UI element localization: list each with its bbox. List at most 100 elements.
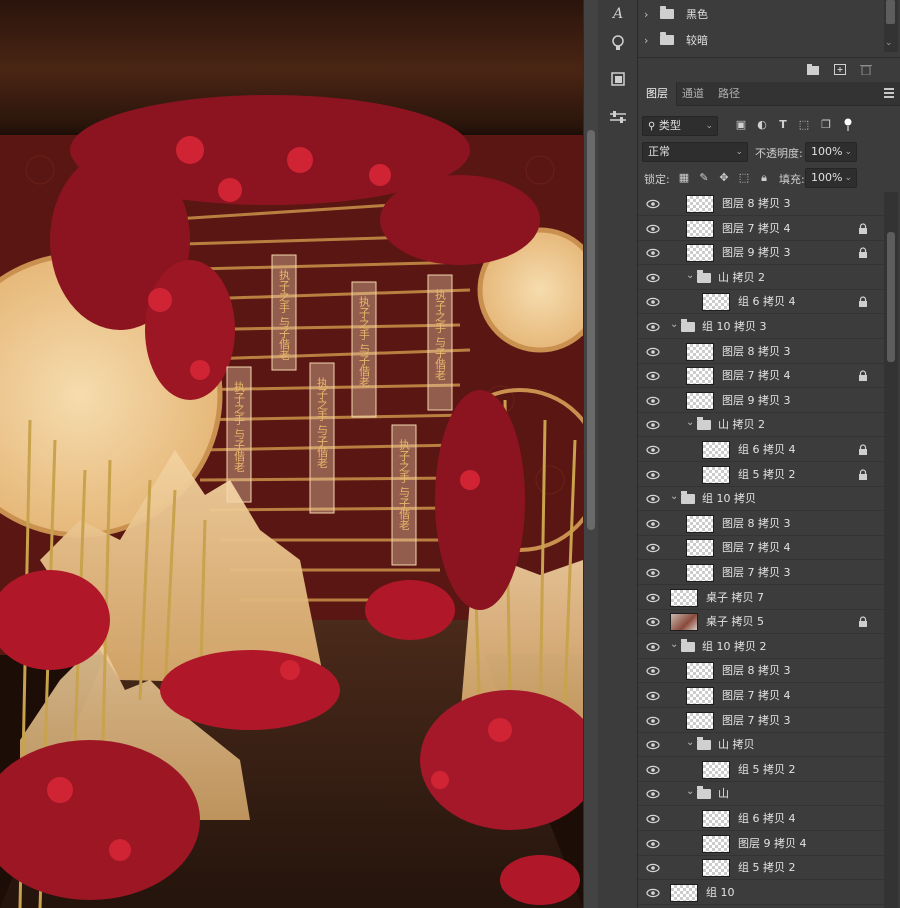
layer-group-row[interactable]: ⌄ 组 10 拷贝 3 — [638, 315, 884, 339]
visibility-eye-icon[interactable] — [646, 763, 660, 777]
layer-row[interactable]: 图层 8 拷贝 3 — [638, 340, 884, 364]
visibility-eye-icon[interactable] — [646, 418, 660, 432]
layer-row[interactable]: 图层 7 拷贝 4 — [638, 536, 884, 561]
lock-icon[interactable] — [858, 370, 868, 382]
layer-row[interactable]: 图层 7 拷贝 4 — [638, 364, 884, 389]
blend-mode-select[interactable]: 正常 ⌄ — [642, 142, 748, 162]
lock-icon[interactable] — [858, 444, 868, 456]
layer-row[interactable]: 图层 7 拷贝 3 — [638, 561, 884, 585]
layer-row[interactable]: 图层 9 拷贝 3 — [638, 389, 884, 413]
tab-paths[interactable]: 路径 — [710, 82, 748, 106]
visibility-eye-icon[interactable] — [646, 615, 660, 629]
layer-group-row[interactable]: ⌄ 山 — [638, 782, 884, 807]
layer-row[interactable]: 组 6 拷贝 4 — [638, 807, 884, 831]
artboard-icon[interactable] — [605, 66, 631, 92]
visibility-eye-icon[interactable] — [646, 320, 660, 334]
tab-layers[interactable]: 图层 — [638, 82, 677, 106]
chevron-down-icon[interactable]: ⌄ — [670, 639, 680, 650]
adjustment-filter-icon[interactable]: ◐ — [755, 118, 769, 132]
lock-brush-icon[interactable]: ✎ — [698, 172, 710, 184]
fill-field[interactable]: 100% ⌄ — [805, 168, 857, 188]
visibility-eye-icon[interactable] — [646, 468, 660, 482]
layer-row[interactable]: 图层 9 拷贝 4 — [638, 832, 884, 856]
shape-filter-icon[interactable]: ⬚ — [797, 118, 811, 132]
chevron-down-icon[interactable]: ⌄ — [686, 786, 696, 797]
lock-icon[interactable] — [858, 469, 868, 481]
visibility-eye-icon[interactable] — [646, 345, 660, 359]
visibility-eye-icon[interactable] — [646, 812, 660, 826]
chevron-down-icon[interactable]: ⌄ — [885, 38, 893, 48]
lock-icon[interactable] — [858, 616, 868, 628]
visibility-eye-icon[interactable] — [646, 517, 660, 531]
chevron-down-icon[interactable]: ⌄ — [670, 319, 680, 330]
layer-row[interactable]: 组 5 拷贝 2 — [638, 856, 884, 881]
visibility-eye-icon[interactable] — [646, 787, 660, 801]
visibility-eye-icon[interactable] — [646, 541, 660, 555]
layers-scrollbar[interactable] — [884, 192, 898, 908]
layer-group-row[interactable]: ⌄ 组 10 拷贝 2 — [638, 635, 884, 659]
new-folder-icon[interactable] — [807, 64, 819, 75]
tab-channels[interactable]: 通道 — [674, 82, 712, 106]
lightbulb-icon[interactable] — [605, 30, 631, 56]
visibility-eye-icon[interactable] — [646, 443, 660, 457]
layer-group-row[interactable]: ⌄ 山 拷贝 2 — [638, 413, 884, 438]
visibility-eye-icon[interactable] — [646, 492, 660, 506]
panel-menu-icon[interactable] — [884, 88, 894, 98]
chevron-down-icon[interactable]: ⌄ — [686, 270, 696, 281]
lock-icon[interactable] — [858, 223, 868, 235]
layer-row[interactable]: 图层 9 拷贝 3 — [638, 241, 884, 266]
visibility-eye-icon[interactable] — [646, 591, 660, 605]
layer-row[interactable]: 组 5 拷贝 2 — [638, 758, 884, 782]
visibility-eye-icon[interactable] — [646, 566, 660, 580]
visibility-eye-icon[interactable] — [646, 222, 660, 236]
visibility-eye-icon[interactable] — [646, 369, 660, 383]
swatches-scrollbar[interactable]: ⌄ — [884, 0, 898, 52]
visibility-eye-icon[interactable] — [646, 689, 660, 703]
chevron-down-icon[interactable]: ⌄ — [686, 737, 696, 748]
layer-row[interactable]: 组 5 拷贝 2 — [638, 463, 884, 487]
lock-all-icon[interactable]: 🔒︎ — [758, 172, 770, 184]
smart-object-filter-icon[interactable]: ❐ — [819, 118, 833, 132]
visibility-eye-icon[interactable] — [646, 640, 660, 654]
properties-sliders-icon[interactable] — [605, 104, 631, 130]
visibility-eye-icon[interactable] — [646, 886, 660, 900]
visibility-eye-icon[interactable] — [646, 271, 660, 285]
layer-group-row[interactable]: ⌄ 组 10 拷贝 — [638, 487, 884, 512]
visibility-eye-icon[interactable] — [646, 295, 660, 309]
swatch-group-darker[interactable]: › 较暗 — [638, 27, 884, 53]
visibility-eye-icon[interactable] — [646, 246, 660, 260]
layer-group-row[interactable]: ⌄ 山 拷贝 — [638, 733, 884, 758]
visibility-eye-icon[interactable] — [646, 394, 660, 408]
swatch-group-black[interactable]: › 黑色 — [638, 1, 884, 27]
pixel-filter-icon[interactable]: ▣ — [734, 118, 748, 132]
chevron-right-icon[interactable]: › — [644, 8, 660, 21]
layer-row[interactable]: 桌子 拷贝 5 — [638, 610, 884, 635]
layer-row[interactable]: 图层 8 拷贝 3 — [638, 192, 884, 216]
layer-row[interactable]: 图层 8 拷贝 3 — [638, 512, 884, 536]
lock-icon[interactable] — [858, 247, 868, 259]
trash-icon[interactable] — [860, 64, 872, 75]
layer-group-row[interactable]: ⌄ 山 拷贝 2 — [638, 266, 884, 290]
visibility-eye-icon[interactable] — [646, 197, 660, 211]
layer-row[interactable]: 组 6 拷贝 4 — [638, 290, 884, 315]
character-panel-icon[interactable]: A — [605, 0, 631, 26]
visibility-eye-icon[interactable] — [646, 738, 660, 752]
lock-position-icon[interactable]: ✥ — [718, 172, 730, 184]
visibility-eye-icon[interactable] — [646, 714, 660, 728]
filter-toggle-icon[interactable] — [841, 118, 855, 132]
layer-row[interactable]: 图层 7 拷贝 3 — [638, 709, 884, 733]
chevron-down-icon[interactable]: ⌄ — [670, 491, 680, 502]
opacity-field[interactable]: 100% ⌄ — [805, 142, 857, 162]
lock-transparent-icon[interactable]: ▦ — [678, 172, 690, 184]
lock-artboard-icon[interactable]: ⬚ — [738, 172, 750, 184]
layer-row[interactable]: 组 10 — [638, 881, 884, 905]
chevron-down-icon[interactable]: ⌄ — [686, 417, 696, 428]
layer-row[interactable]: 组 6 拷贝 4 — [638, 438, 884, 462]
type-filter-icon[interactable]: T — [776, 118, 790, 132]
new-swatch-icon[interactable] — [834, 64, 846, 75]
layer-filter-select[interactable]: ⚲ 类型 ⌄ — [642, 116, 718, 136]
chevron-right-icon[interactable]: › — [644, 34, 660, 47]
visibility-eye-icon[interactable] — [646, 664, 660, 678]
layer-row[interactable]: 桌子 拷贝 7 — [638, 586, 884, 610]
layer-row[interactable]: 图层 7 拷贝 4 — [638, 217, 884, 241]
